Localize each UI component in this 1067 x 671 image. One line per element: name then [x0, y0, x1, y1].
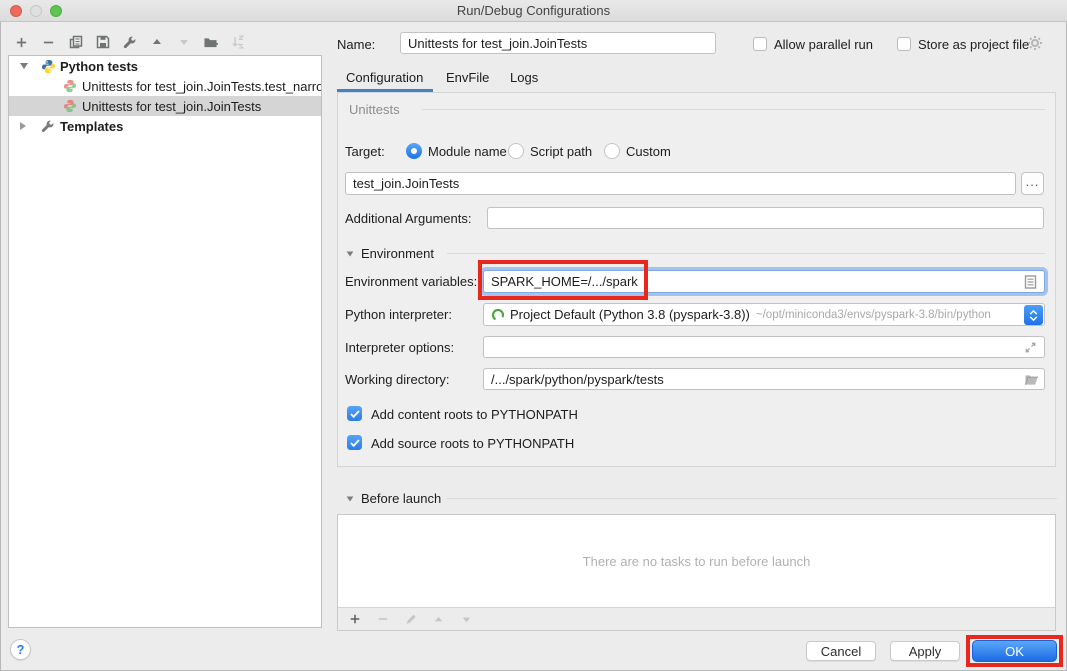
help-button-label: ?	[17, 642, 25, 657]
python-interpreter-value: Project Default (Python 3.8 (pyspark-3.8…	[510, 307, 750, 322]
expand-icon[interactable]	[1024, 341, 1038, 355]
tree-item-label: Python tests	[60, 59, 138, 74]
tab-configuration[interactable]: Configuration	[346, 70, 423, 85]
tree-item-jointests-selected[interactable]: Unittests for test_join.JoinTests	[9, 96, 321, 116]
tab-envfile[interactable]: EnvFile	[446, 70, 489, 85]
add-source-roots-checkbox[interactable]	[347, 435, 362, 450]
tab-logs[interactable]: Logs	[510, 70, 538, 85]
browse-button[interactable]: ...	[1021, 172, 1044, 195]
conda-ring-icon	[491, 308, 505, 322]
name-input[interactable]: Unittests for test_join.JoinTests	[400, 32, 716, 54]
before-launch-task-list[interactable]: There are no tasks to run before launch	[338, 515, 1055, 607]
target-module-name-label: Module name	[428, 144, 507, 159]
module-name-value: test_join.JoinTests	[353, 176, 459, 191]
cancel-button-label: Cancel	[821, 644, 861, 659]
working-directory-value: /.../spark/python/pyspark/tests	[491, 372, 664, 387]
environment-variables-label: Environment variables:	[345, 274, 477, 289]
save-configuration-icon[interactable]	[95, 35, 110, 50]
target-script-path-radio[interactable]	[508, 143, 524, 159]
store-as-project-file-checkbox[interactable]	[897, 37, 911, 51]
additional-arguments-label: Additional Arguments:	[345, 211, 471, 226]
title-bar: Run/Debug Configurations	[0, 0, 1067, 22]
before-launch-collapse-icon[interactable]	[347, 496, 354, 501]
expand-arrow-icon[interactable]	[20, 122, 26, 130]
tree-item-test-narrow[interactable]: Unittests for test_join.JoinTests.test_n…	[9, 76, 321, 96]
additional-arguments-input[interactable]	[487, 207, 1044, 229]
gear-icon[interactable]	[1027, 35, 1043, 51]
python-test-icon	[63, 79, 78, 94]
unittests-group-label: Unittests	[349, 102, 400, 117]
allow-parallel-run-checkbox[interactable]	[753, 37, 767, 51]
module-name-input[interactable]: test_join.JoinTests	[345, 172, 1016, 195]
working-directory-label: Working directory:	[345, 372, 450, 387]
sort-configurations-icon[interactable]	[230, 35, 245, 50]
environment-variables-highlight	[478, 260, 648, 300]
target-script-path-label: Script path	[530, 144, 592, 159]
tree-item-label: Unittests for test_join.JoinTests.test_n…	[82, 79, 321, 94]
python-interpreter-path: ~/opt/miniconda3/envs/pyspark-3.8/bin/py…	[756, 309, 991, 321]
new-folder-icon[interactable]	[203, 35, 218, 50]
python-interpreter-label: Python interpreter:	[345, 307, 452, 322]
configurations-toolbar	[14, 33, 245, 51]
collapse-arrow-icon[interactable]	[20, 63, 28, 69]
working-directory-input[interactable]: /.../spark/python/pyspark/tests	[483, 368, 1045, 390]
interpreter-options-label: Interpreter options:	[345, 340, 454, 355]
dropdown-stepper-icon[interactable]	[1024, 305, 1043, 325]
name-input-value: Unittests for test_join.JoinTests	[408, 36, 587, 51]
configurations-tree: Python tests Unittests for test_join.Joi…	[8, 55, 322, 628]
interpreter-options-input[interactable]	[483, 336, 1045, 358]
target-custom-label: Custom	[626, 144, 671, 159]
wrench-icon	[41, 119, 56, 134]
move-down-icon[interactable]	[176, 35, 191, 50]
cancel-button[interactable]: Cancel	[806, 641, 876, 661]
folder-icon[interactable]	[1024, 373, 1038, 387]
edit-pencil-icon[interactable]	[403, 612, 418, 627]
environment-separator	[447, 253, 1045, 254]
add-task-icon[interactable]	[347, 612, 362, 627]
list-document-icon[interactable]	[1024, 275, 1038, 289]
add-content-roots-label: Add content roots to PYTHONPATH	[371, 407, 578, 422]
before-launch-panel: There are no tasks to run before launch	[337, 514, 1056, 631]
remove-configuration-icon[interactable]	[41, 35, 56, 50]
edit-templates-wrench-icon[interactable]	[122, 35, 137, 50]
name-label: Name:	[337, 37, 375, 52]
help-button[interactable]: ?	[10, 639, 31, 660]
add-content-roots-checkbox[interactable]	[347, 406, 362, 421]
python-interpreter-select[interactable]: Project Default (Python 3.8 (pyspark-3.8…	[483, 303, 1045, 326]
window-title: Run/Debug Configurations	[0, 3, 1067, 18]
python-icon	[41, 59, 56, 74]
allow-parallel-run-label: Allow parallel run	[774, 37, 873, 52]
environment-section-label: Environment	[361, 246, 434, 261]
store-as-project-file-label: Store as project file	[918, 37, 1029, 52]
before-launch-toolbar	[338, 607, 1055, 630]
task-move-down-icon[interactable]	[459, 612, 474, 627]
apply-button-label: Apply	[909, 644, 942, 659]
before-launch-label: Before launch	[361, 491, 441, 506]
group-separator	[422, 109, 1045, 110]
target-module-name-radio[interactable]	[406, 143, 422, 159]
python-test-icon	[63, 99, 78, 114]
apply-button[interactable]: Apply	[890, 641, 960, 661]
tree-item-label: Unittests for test_join.JoinTests	[82, 99, 261, 114]
target-label: Target:	[345, 144, 385, 159]
tree-item-templates[interactable]: Templates	[9, 116, 321, 136]
run-debug-configurations-dialog: { "window": { "title": "Run/Debug Config…	[0, 0, 1067, 671]
remove-task-icon[interactable]	[375, 612, 390, 627]
copy-configuration-icon[interactable]	[68, 35, 83, 50]
tree-item-python-tests[interactable]: Python tests	[9, 56, 321, 76]
add-source-roots-label: Add source roots to PYTHONPATH	[371, 436, 574, 451]
before-launch-separator	[447, 498, 1057, 499]
tree-item-label: Templates	[60, 119, 123, 134]
add-configuration-icon[interactable]	[14, 35, 29, 50]
target-custom-radio[interactable]	[604, 143, 620, 159]
browse-button-label: ...	[1026, 174, 1040, 189]
move-up-icon[interactable]	[149, 35, 164, 50]
environment-collapse-icon[interactable]	[347, 251, 354, 256]
before-launch-empty-text: There are no tasks to run before launch	[583, 554, 811, 569]
task-move-up-icon[interactable]	[431, 612, 446, 627]
ok-button-highlight	[966, 635, 1063, 667]
